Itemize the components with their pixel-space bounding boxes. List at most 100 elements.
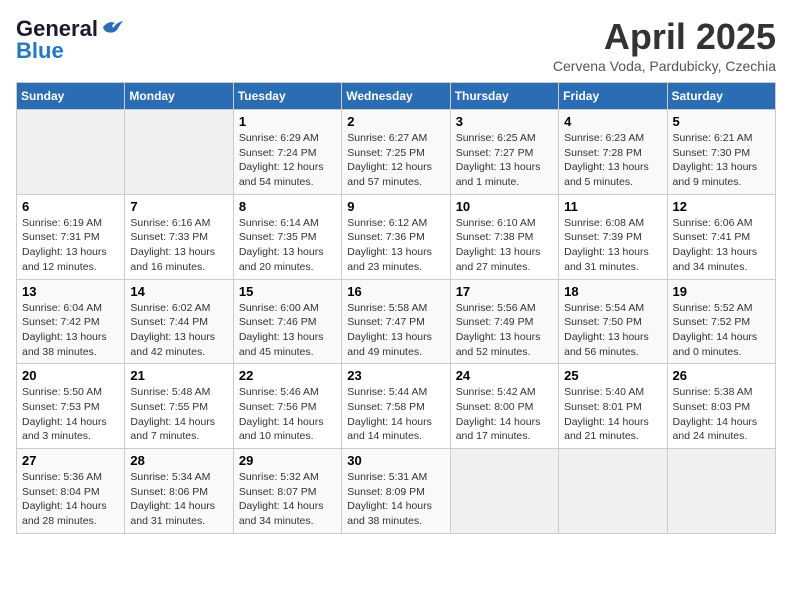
day-info: Sunrise: 6:00 AMSunset: 7:46 PMDaylight:…	[239, 301, 336, 360]
day-info: Sunrise: 6:06 AMSunset: 7:41 PMDaylight:…	[673, 216, 770, 275]
day-info: Sunrise: 5:50 AMSunset: 7:53 PMDaylight:…	[22, 385, 119, 444]
day-number: 8	[239, 199, 336, 214]
day-info: Sunrise: 5:46 AMSunset: 7:56 PMDaylight:…	[239, 385, 336, 444]
calendar-cell: 29 Sunrise: 5:32 AMSunset: 8:07 PMDayligh…	[233, 449, 341, 534]
calendar-cell: 23 Sunrise: 5:44 AMSunset: 7:58 PMDayligh…	[342, 364, 450, 449]
day-info: Sunrise: 6:25 AMSunset: 7:27 PMDaylight:…	[456, 131, 553, 190]
calendar-cell	[450, 449, 558, 534]
day-info: Sunrise: 6:19 AMSunset: 7:31 PMDaylight:…	[22, 216, 119, 275]
day-info: Sunrise: 5:58 AMSunset: 7:47 PMDaylight:…	[347, 301, 444, 360]
day-info: Sunrise: 5:42 AMSunset: 8:00 PMDaylight:…	[456, 385, 553, 444]
day-info: Sunrise: 5:56 AMSunset: 7:49 PMDaylight:…	[456, 301, 553, 360]
calendar-cell: 17 Sunrise: 5:56 AMSunset: 7:49 PMDayligh…	[450, 279, 558, 364]
day-number: 17	[456, 284, 553, 299]
day-info: Sunrise: 5:36 AMSunset: 8:04 PMDaylight:…	[22, 470, 119, 529]
col-header-saturday: Saturday	[667, 83, 775, 110]
calendar-cell: 12 Sunrise: 6:06 AMSunset: 7:41 PMDayligh…	[667, 194, 775, 279]
col-header-thursday: Thursday	[450, 83, 558, 110]
day-number: 24	[456, 368, 553, 383]
calendar-cell: 22 Sunrise: 5:46 AMSunset: 7:56 PMDayligh…	[233, 364, 341, 449]
calendar-cell: 10 Sunrise: 6:10 AMSunset: 7:38 PMDayligh…	[450, 194, 558, 279]
day-number: 9	[347, 199, 444, 214]
day-info: Sunrise: 5:34 AMSunset: 8:06 PMDaylight:…	[130, 470, 227, 529]
day-number: 14	[130, 284, 227, 299]
calendar-week-2: 6 Sunrise: 6:19 AMSunset: 7:31 PMDaylight…	[17, 194, 776, 279]
calendar-cell: 14 Sunrise: 6:02 AMSunset: 7:44 PMDayligh…	[125, 279, 233, 364]
calendar-cell: 4 Sunrise: 6:23 AMSunset: 7:28 PMDaylight…	[559, 110, 667, 195]
day-number: 6	[22, 199, 119, 214]
calendar-week-4: 20 Sunrise: 5:50 AMSunset: 7:53 PMDayligh…	[17, 364, 776, 449]
day-number: 15	[239, 284, 336, 299]
calendar-cell: 7Sunrise: 6:16 AMSunset: 7:33 PMDaylight…	[125, 194, 233, 279]
day-info: Sunrise: 6:21 AMSunset: 7:30 PMDaylight:…	[673, 131, 770, 190]
day-info: Sunrise: 6:08 AMSunset: 7:39 PMDaylight:…	[564, 216, 661, 275]
day-info: Sunrise: 6:12 AMSunset: 7:36 PMDaylight:…	[347, 216, 444, 275]
day-info: Sunrise: 6:10 AMSunset: 7:38 PMDaylight:…	[456, 216, 553, 275]
calendar-cell: 5 Sunrise: 6:21 AMSunset: 7:30 PMDaylight…	[667, 110, 775, 195]
calendar-cell: 18Sunrise: 5:54 AMSunset: 7:50 PMDayligh…	[559, 279, 667, 364]
col-header-wednesday: Wednesday	[342, 83, 450, 110]
day-number: 20	[22, 368, 119, 383]
calendar-cell: 2 Sunrise: 6:27 AMSunset: 7:25 PMDaylight…	[342, 110, 450, 195]
day-number: 21	[130, 368, 227, 383]
day-number: 28	[130, 453, 227, 468]
day-info: Sunrise: 6:14 AMSunset: 7:35 PMDaylight:…	[239, 216, 336, 275]
calendar-table: SundayMondayTuesdayWednesdayThursdayFrid…	[16, 82, 776, 534]
day-info: Sunrise: 6:16 AMSunset: 7:33 PMDaylight:…	[130, 216, 227, 275]
calendar-cell: 15 Sunrise: 6:00 AMSunset: 7:46 PMDayligh…	[233, 279, 341, 364]
calendar-cell: 1Sunrise: 6:29 AMSunset: 7:24 PMDaylight…	[233, 110, 341, 195]
calendar-cell: 21Sunrise: 5:48 AMSunset: 7:55 PMDayligh…	[125, 364, 233, 449]
day-number: 5	[673, 114, 770, 129]
month-title: April 2025	[553, 16, 776, 58]
calendar-cell: 19 Sunrise: 5:52 AMSunset: 7:52 PMDayligh…	[667, 279, 775, 364]
title-area: April 2025 Cervena Voda, Pardubicky, Cze…	[553, 16, 776, 74]
page-header: General Blue April 2025 Cervena Voda, Pa…	[16, 16, 776, 74]
logo: General Blue	[16, 16, 123, 64]
day-info: Sunrise: 5:38 AMSunset: 8:03 PMDaylight:…	[673, 385, 770, 444]
day-number: 1	[239, 114, 336, 129]
day-number: 23	[347, 368, 444, 383]
day-info: Sunrise: 6:02 AMSunset: 7:44 PMDaylight:…	[130, 301, 227, 360]
calendar-cell: 9 Sunrise: 6:12 AMSunset: 7:36 PMDaylight…	[342, 194, 450, 279]
day-number: 16	[347, 284, 444, 299]
calendar-cell	[667, 449, 775, 534]
day-number: 22	[239, 368, 336, 383]
day-number: 29	[239, 453, 336, 468]
calendar-cell: 8 Sunrise: 6:14 AMSunset: 7:35 PMDaylight…	[233, 194, 341, 279]
day-info: Sunrise: 5:31 AMSunset: 8:09 PMDaylight:…	[347, 470, 444, 529]
day-number: 19	[673, 284, 770, 299]
calendar-cell: 3Sunrise: 6:25 AMSunset: 7:27 PMDaylight…	[450, 110, 558, 195]
day-info: Sunrise: 5:52 AMSunset: 7:52 PMDaylight:…	[673, 301, 770, 360]
day-number: 2	[347, 114, 444, 129]
day-number: 27	[22, 453, 119, 468]
col-header-tuesday: Tuesday	[233, 83, 341, 110]
col-header-monday: Monday	[125, 83, 233, 110]
day-number: 10	[456, 199, 553, 214]
day-number: 4	[564, 114, 661, 129]
day-info: Sunrise: 6:23 AMSunset: 7:28 PMDaylight:…	[564, 131, 661, 190]
day-number: 11	[564, 199, 661, 214]
calendar-cell	[125, 110, 233, 195]
day-number: 13	[22, 284, 119, 299]
day-number: 18	[564, 284, 661, 299]
calendar-week-3: 13 Sunrise: 6:04 AMSunset: 7:42 PMDayligh…	[17, 279, 776, 364]
calendar-cell: 25Sunrise: 5:40 AMSunset: 8:01 PMDayligh…	[559, 364, 667, 449]
col-header-friday: Friday	[559, 83, 667, 110]
day-info: Sunrise: 6:04 AMSunset: 7:42 PMDaylight:…	[22, 301, 119, 360]
calendar-cell: 16 Sunrise: 5:58 AMSunset: 7:47 PMDayligh…	[342, 279, 450, 364]
calendar-cell: 26 Sunrise: 5:38 AMSunset: 8:03 PMDayligh…	[667, 364, 775, 449]
calendar-cell: 11 Sunrise: 6:08 AMSunset: 7:39 PMDayligh…	[559, 194, 667, 279]
day-info: Sunrise: 5:40 AMSunset: 8:01 PMDaylight:…	[564, 385, 661, 444]
calendar-cell	[559, 449, 667, 534]
calendar-cell: 30Sunrise: 5:31 AMSunset: 8:09 PMDayligh…	[342, 449, 450, 534]
day-info: Sunrise: 5:32 AMSunset: 8:07 PMDaylight:…	[239, 470, 336, 529]
calendar-cell: 28 Sunrise: 5:34 AMSunset: 8:06 PMDayligh…	[125, 449, 233, 534]
logo-bird-icon	[101, 18, 123, 36]
day-number: 12	[673, 199, 770, 214]
day-info: Sunrise: 5:44 AMSunset: 7:58 PMDaylight:…	[347, 385, 444, 444]
calendar-cell: 27 Sunrise: 5:36 AMSunset: 8:04 PMDayligh…	[17, 449, 125, 534]
calendar-week-5: 27 Sunrise: 5:36 AMSunset: 8:04 PMDayligh…	[17, 449, 776, 534]
day-number: 26	[673, 368, 770, 383]
day-info: Sunrise: 6:27 AMSunset: 7:25 PMDaylight:…	[347, 131, 444, 190]
calendar-cell: 13 Sunrise: 6:04 AMSunset: 7:42 PMDayligh…	[17, 279, 125, 364]
